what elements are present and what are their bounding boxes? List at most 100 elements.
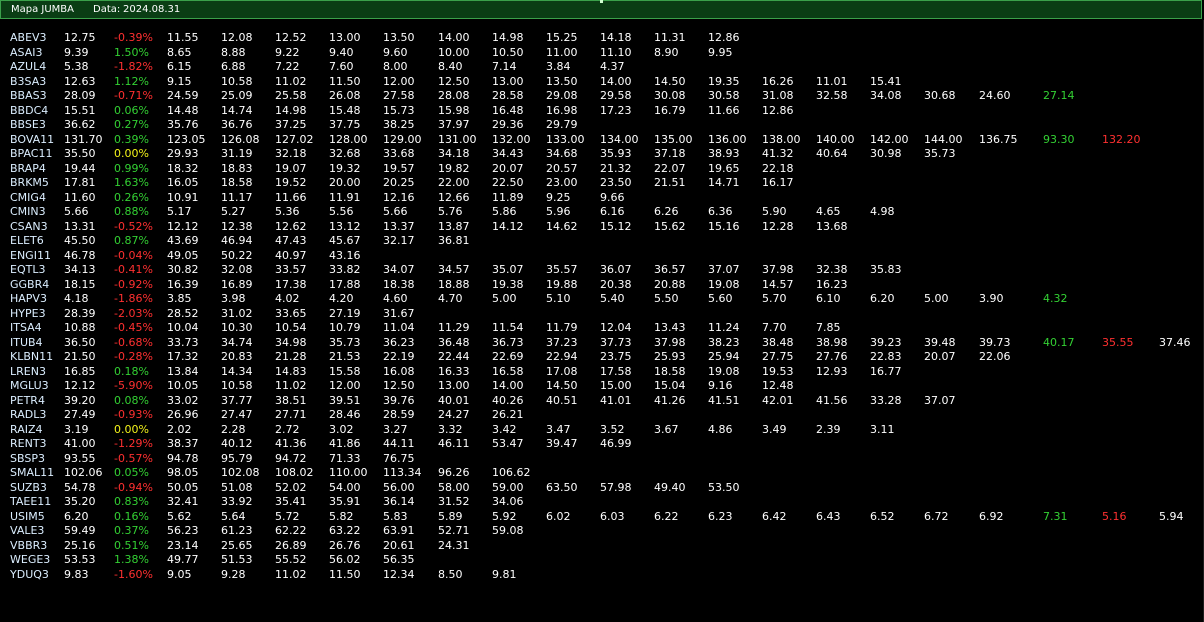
price-level: 19.35: [708, 74, 740, 88]
price-level: 126.08: [221, 132, 260, 146]
price-level: 38.93: [708, 147, 740, 160]
price-level: 19.08: [708, 364, 740, 378]
price-level: 22.94: [546, 350, 578, 363]
price-level: 133.00: [546, 132, 585, 146]
price-level: 136.75: [979, 132, 1018, 146]
price-level: 20.07: [924, 350, 956, 363]
price-level: 22.50: [492, 176, 524, 189]
price-level: 46.99: [600, 437, 632, 450]
price-level: 37.73: [600, 335, 632, 349]
price-level: 9.16: [708, 379, 733, 392]
ticker-symbol: VBBR3: [10, 538, 48, 552]
price-level: 27.76: [816, 350, 848, 363]
price-level: 28.58: [492, 89, 524, 102]
price-level: 33.57: [275, 263, 307, 276]
last-price: 36.50: [64, 335, 96, 349]
price-level: 26.21: [492, 408, 524, 421]
price-level: 17.58: [600, 364, 632, 378]
signal-level: 37.46: [1159, 335, 1191, 349]
last-price: 5.38: [64, 60, 89, 73]
ticker-symbol: RAIZ4: [10, 422, 43, 436]
price-level: 9.05: [167, 567, 192, 581]
price-level: 19.82: [438, 161, 470, 175]
price-level: 27.58: [383, 89, 415, 102]
price-level: 39.48: [924, 335, 956, 349]
price-level: 18.58: [221, 176, 253, 189]
price-level: 36.81: [438, 234, 470, 247]
price-level: 36.07: [600, 263, 632, 276]
price-level: 49.77: [167, 553, 199, 566]
ticker-symbol: BRAP4: [10, 161, 46, 175]
price-level: 132.00: [492, 132, 531, 146]
price-level: 3.02: [329, 422, 354, 436]
price-level: 4.37: [600, 60, 625, 73]
price-level: 34.98: [275, 335, 307, 349]
price-level: 8.40: [438, 60, 463, 73]
price-level: 12.28: [762, 219, 794, 233]
price-level: 41.51: [708, 393, 740, 407]
price-level: 5.76: [438, 205, 463, 218]
price-level: 34.18: [438, 147, 470, 160]
price-level: 10.79: [329, 321, 361, 334]
change-percent: -1.82%: [114, 60, 153, 73]
price-level: 29.79: [546, 118, 578, 131]
signal-level: 35.55: [1102, 335, 1134, 349]
price-level: 94.72: [275, 451, 307, 465]
price-level: 53.50: [708, 480, 740, 494]
signal-level: 27.14: [1043, 89, 1075, 102]
price-level: 3.49: [762, 422, 787, 436]
price-level: 13.50: [546, 74, 578, 88]
change-percent: 0.00%: [114, 422, 149, 436]
price-level: 19.57: [383, 161, 415, 175]
price-level: 37.77: [221, 393, 253, 407]
price-level: 52.71: [438, 524, 470, 537]
last-price: 93.55: [64, 451, 96, 465]
price-level: 38.25: [383, 118, 415, 131]
price-level: 6.92: [979, 509, 1004, 523]
price-level: 6.16: [600, 205, 625, 218]
price-level: 38.98: [816, 335, 848, 349]
signal-level: 93.30: [1043, 132, 1075, 146]
price-level: 19.07: [275, 161, 307, 175]
ticker-symbol: ITSA4: [10, 321, 42, 334]
price-level: 14.57: [762, 277, 794, 291]
price-level: 140.00: [816, 132, 855, 146]
price-level: 16.58: [492, 364, 524, 378]
price-level: 28.52: [167, 306, 199, 320]
last-price: 54.78: [64, 480, 96, 494]
price-level: 56.02: [329, 553, 361, 566]
price-level: 3.52: [600, 422, 625, 436]
price-level: 12.12: [167, 219, 199, 233]
price-level: 52.02: [275, 480, 307, 494]
ticker-symbol: PETR4: [10, 393, 45, 407]
price-level: 33.02: [167, 393, 199, 407]
change-percent: 0.00%: [114, 147, 149, 160]
price-level: 5.56: [329, 205, 354, 218]
price-level: 3.42: [492, 422, 517, 436]
price-level: 49.40: [654, 480, 686, 494]
price-level: 37.98: [762, 263, 794, 276]
price-level: 10.54: [275, 321, 307, 334]
price-level: 33.73: [167, 335, 199, 349]
price-level: 46.11: [438, 437, 470, 450]
last-price: 10.88: [64, 321, 96, 334]
ticker-symbol: ITUB4: [10, 335, 43, 349]
price-level: 110.00: [329, 466, 368, 479]
price-level: 31.02: [221, 306, 253, 320]
price-level: 9.81: [492, 567, 517, 581]
last-price: 9.39: [64, 45, 89, 59]
price-level: 11.01: [816, 74, 848, 88]
price-level: 5.60: [708, 292, 733, 305]
last-price: 36.62: [64, 118, 96, 131]
ticker-symbol: SUZB3: [10, 480, 47, 494]
last-price: 3.19: [64, 422, 89, 436]
price-level: 25.65: [221, 538, 253, 552]
ticker-symbol: SBSP3: [10, 451, 45, 465]
price-level: 12.04: [600, 321, 632, 334]
price-level: 32.68: [329, 147, 361, 160]
price-level: 35.07: [492, 263, 524, 276]
price-level: 22.44: [438, 350, 470, 363]
ticker-symbol: WEGE3: [10, 553, 51, 566]
change-percent: -0.71%: [114, 89, 153, 102]
price-level: 3.11: [870, 422, 895, 436]
